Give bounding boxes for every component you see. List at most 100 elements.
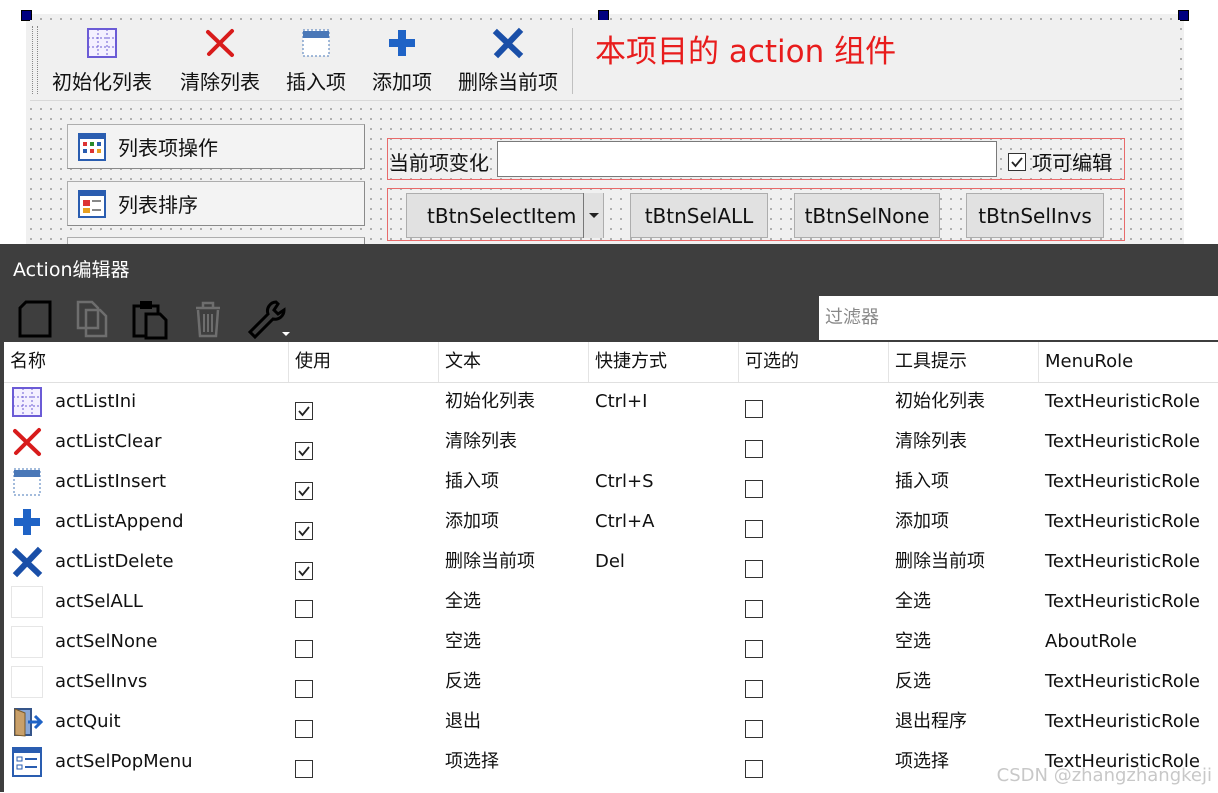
action-text[interactable]: 退出 xyxy=(445,702,481,742)
action-text[interactable]: 反选 xyxy=(445,662,481,702)
action-text[interactable]: 项选择 xyxy=(445,742,499,782)
table-row[interactable]: actListInsert 插入项 Ctrl+S 插入项 TextHeuristicRo… xyxy=(4,462,1218,502)
column-header-tooltip[interactable]: 工具提示 xyxy=(889,342,1039,382)
side-button-partial[interactable] xyxy=(67,237,365,244)
dropdown-arrow-icon[interactable] xyxy=(583,193,603,238)
used-checkbox[interactable] xyxy=(295,633,313,658)
action-menurole[interactable]: TextHeuristicRole xyxy=(1045,502,1200,542)
select-item-button[interactable]: tBtnSelectItem xyxy=(406,193,604,238)
table-row[interactable]: actListIni 初始化列表 Ctrl+I 初始化列表 TextHeuristicR… xyxy=(4,382,1218,422)
delete-icon[interactable] xyxy=(188,298,228,340)
action-menurole[interactable]: TextHeuristicRole xyxy=(1045,582,1200,622)
toolbar-delete-item-button[interactable]: 删除当前项 xyxy=(458,26,558,98)
table-row[interactable]: actListClear 清除列表 清除列表 TextHeuristicRole xyxy=(4,422,1218,462)
used-checkbox[interactable] xyxy=(295,513,313,540)
toolbar-insert-item-button[interactable]: 插入项 xyxy=(286,26,346,98)
table-row[interactable]: actQuit 退出 退出程序 TextHeuristicRole xyxy=(4,702,1218,742)
action-menurole[interactable]: AboutRole xyxy=(1045,622,1137,662)
current-item-input[interactable] xyxy=(497,141,997,177)
select-invert-button[interactable]: tBtnSelInvs xyxy=(966,193,1104,238)
action-name[interactable]: actSelALL xyxy=(55,582,143,622)
action-tooltip[interactable]: 全选 xyxy=(895,582,931,622)
action-shortcut[interactable]: Ctrl+A xyxy=(595,502,654,542)
action-tooltip[interactable]: 添加项 xyxy=(895,502,949,542)
column-header-checkable[interactable]: 可选的 xyxy=(739,342,889,382)
select-all-button[interactable]: tBtnSelALL xyxy=(630,193,768,238)
action-menurole[interactable]: TextHeuristicRole xyxy=(1045,422,1200,462)
action-menurole[interactable]: TextHeuristicRole xyxy=(1045,542,1200,582)
action-name[interactable]: actListIni xyxy=(55,382,136,422)
list-sort-button[interactable]: 列表排序 xyxy=(67,181,365,226)
action-shortcut[interactable]: Ctrl+S xyxy=(595,462,654,502)
toolbar-append-item-button[interactable]: 添加项 xyxy=(372,26,432,98)
item-editable-checkbox[interactable]: 项可编辑 xyxy=(1008,147,1112,176)
action-menurole[interactable]: TextHeuristicRole xyxy=(1045,462,1200,502)
filter-input[interactable]: 过滤器 xyxy=(819,296,1218,340)
used-checkbox[interactable] xyxy=(295,593,313,618)
table-row[interactable]: actSelNone 空选 空选 AboutRole xyxy=(4,622,1218,662)
checkable-checkbox[interactable] xyxy=(745,633,763,658)
checkbox-box[interactable] xyxy=(1008,152,1026,171)
used-checkbox[interactable] xyxy=(295,393,313,420)
action-name[interactable]: actSelNone xyxy=(55,622,157,662)
action-menurole[interactable]: TextHeuristicRole xyxy=(1045,662,1200,702)
action-tooltip[interactable]: 退出程序 xyxy=(895,702,967,742)
action-tooltip[interactable]: 项选择 xyxy=(895,742,949,782)
checkable-checkbox[interactable] xyxy=(745,513,763,538)
table-row[interactable]: actListAppend 添加项 Ctrl+A 添加项 TextHeuristicRo… xyxy=(4,502,1218,542)
used-checkbox[interactable] xyxy=(295,753,313,778)
used-checkbox[interactable] xyxy=(295,473,313,500)
checkable-checkbox[interactable] xyxy=(745,553,763,578)
action-shortcut[interactable]: Ctrl+I xyxy=(595,382,647,422)
checkable-checkbox[interactable] xyxy=(745,593,763,618)
table-row[interactable]: actSelInvs 反选 反选 TextHeuristicRole xyxy=(4,662,1218,702)
used-checkbox[interactable] xyxy=(295,713,313,738)
action-name[interactable]: actListDelete xyxy=(55,542,174,582)
checkable-checkbox[interactable] xyxy=(745,673,763,698)
table-row[interactable]: actListDelete 删除当前项 Del 删除当前项 TextHeuristicR… xyxy=(4,542,1218,582)
action-name[interactable]: actSelPopMenu xyxy=(55,742,193,782)
used-checkbox[interactable] xyxy=(295,673,313,698)
column-header-used[interactable]: 使用 xyxy=(289,342,439,382)
action-shortcut[interactable]: Del xyxy=(595,542,625,582)
action-menurole[interactable]: TextHeuristicRole xyxy=(1045,382,1200,422)
action-tooltip[interactable]: 清除列表 xyxy=(895,422,967,462)
toolbar-clear-list-button[interactable]: 清除列表 xyxy=(180,26,260,98)
action-tooltip[interactable]: 反选 xyxy=(895,662,931,702)
select-none-button[interactable]: tBtnSelNone xyxy=(794,193,940,238)
action-tooltip[interactable]: 初始化列表 xyxy=(895,382,985,422)
action-name[interactable]: actSelInvs xyxy=(55,662,147,702)
new-action-icon[interactable] xyxy=(16,298,56,340)
action-text[interactable]: 清除列表 xyxy=(445,422,517,462)
action-name[interactable]: actListAppend xyxy=(55,502,184,542)
toolbar-grip[interactable] xyxy=(32,26,38,94)
action-name[interactable]: actQuit xyxy=(55,702,121,742)
action-tooltip[interactable]: 空选 xyxy=(895,622,931,662)
checkable-checkbox[interactable] xyxy=(745,473,763,498)
action-name[interactable]: actListInsert xyxy=(55,462,166,502)
checkable-checkbox[interactable] xyxy=(745,713,763,738)
checkable-checkbox[interactable] xyxy=(745,433,763,458)
used-checkbox[interactable] xyxy=(295,553,313,580)
checkable-checkbox[interactable] xyxy=(745,393,763,418)
configure-wrench-icon[interactable] xyxy=(246,298,294,340)
action-text[interactable]: 初始化列表 xyxy=(445,382,535,422)
column-header-text[interactable]: 文本 xyxy=(439,342,589,382)
action-name[interactable]: actListClear xyxy=(55,422,162,462)
paste-icon[interactable] xyxy=(130,298,170,340)
column-header-shortcut[interactable]: 快捷方式 xyxy=(589,342,739,382)
column-header-menurole[interactable]: MenuRole xyxy=(1039,342,1218,382)
copy-icon[interactable] xyxy=(72,298,112,340)
action-menurole[interactable]: TextHeuristicRole xyxy=(1045,702,1200,742)
table-row[interactable]: actSelALL 全选 全选 TextHeuristicRole xyxy=(4,582,1218,622)
toolbar-init-list-button[interactable]: 初始化列表 xyxy=(52,26,152,98)
action-text[interactable]: 插入项 xyxy=(445,462,499,502)
action-text[interactable]: 空选 xyxy=(445,622,481,662)
action-text[interactable]: 添加项 xyxy=(445,502,499,542)
used-checkbox[interactable] xyxy=(295,433,313,460)
list-item-operations-button[interactable]: 列表项操作 xyxy=(67,124,365,169)
action-text[interactable]: 删除当前项 xyxy=(445,542,535,582)
action-tooltip[interactable]: 删除当前项 xyxy=(895,542,985,582)
action-text[interactable]: 全选 xyxy=(445,582,481,622)
checkable-checkbox[interactable] xyxy=(745,753,763,778)
